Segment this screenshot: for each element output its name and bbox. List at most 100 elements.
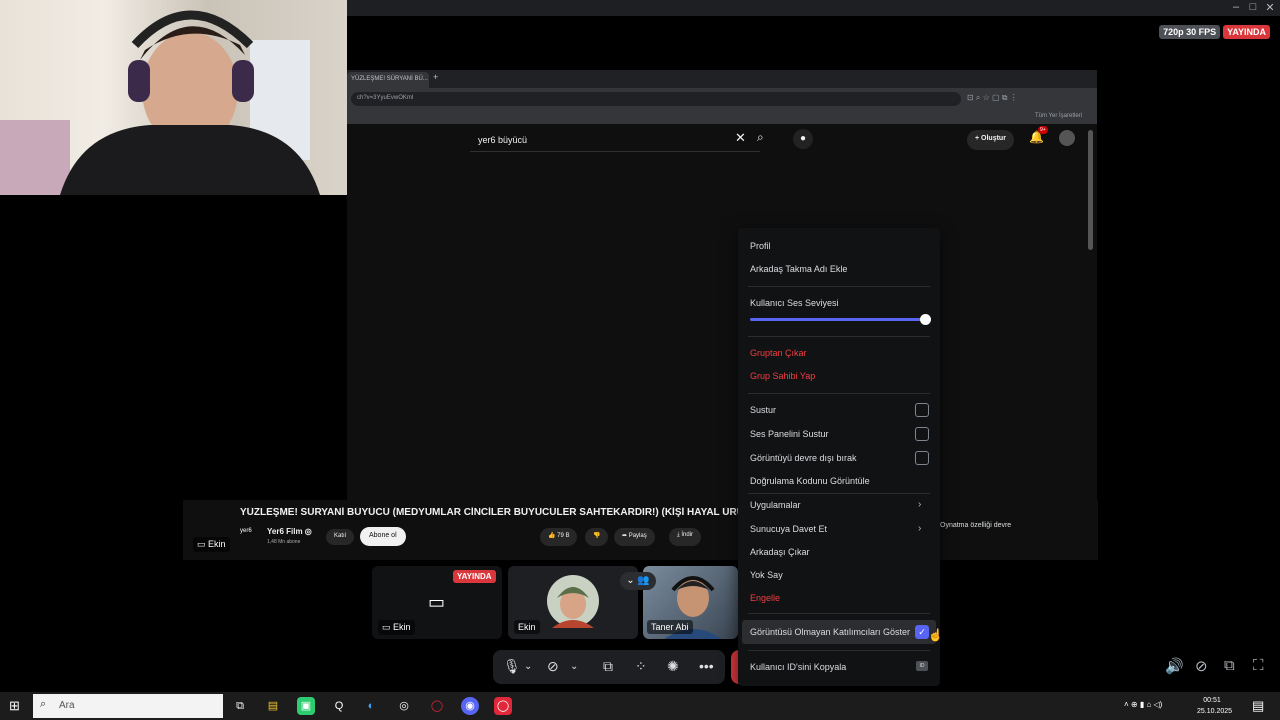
opera-icon[interactable]: ◯ [428,697,446,715]
share-button[interactable]: ➦ Paylaş [614,528,655,546]
menu-invite-to-server[interactable]: Sunucuya Davet Et [750,524,827,534]
new-tab-icon[interactable]: + [433,72,438,82]
youtube-header: yer6 büyücü ✕ ⌕ ● + Oluştur 🔔 9+ [347,124,1097,160]
all-bookmarks-link[interactable]: Tüm Yer İşaretleri [1035,113,1082,119]
discord-icon[interactable]: ◉ [461,697,479,715]
tile-name: Taner Abi [647,620,693,634]
quality-badge: 720p 30 FPS [1159,25,1221,39]
id-badge-icon: ID [916,661,928,671]
chevron-right-icon: › [918,523,922,534]
menu-disable-video[interactable]: Görüntüyü devre dışı bırak [750,453,857,463]
participant-tile-ekin[interactable]: Ekin [508,566,638,639]
menu-add-nickname[interactable]: Arkadaş Takma Adı Ekle [750,264,847,274]
notification-count: 9+ [1038,126,1048,134]
chrome-icon[interactable]: ◎ [395,697,413,715]
chevron-down-icon[interactable]: ⌄ [524,661,532,672]
app-q-icon[interactable]: Q [330,697,348,715]
tray-icons[interactable]: ˄ ⊕ ▮ ⌂ ◁) [1124,700,1162,709]
ekin-avatar [547,575,599,628]
like-button[interactable]: 👍 79 B [540,528,578,546]
show-non-video-checkbox[interactable]: ✓ [915,625,929,639]
more-options-icon[interactable]: ••• [699,658,714,674]
screen-share-icon: ▭ [382,622,394,632]
popout-icon[interactable]: ⧉ [1224,657,1235,674]
thumbs-down-icon: 👎 [593,533,601,539]
menu-block[interactable]: Engelle [750,593,780,603]
tile-label: ▭ Ekin [378,620,415,635]
join-button[interactable]: Katıl [326,529,355,545]
app-green-icon[interactable]: ▣ [297,697,315,715]
share-label: Paylaş [628,533,647,539]
volume-slider-track[interactable] [750,318,925,321]
channel-name[interactable]: Yer6 Film ◎ [267,527,312,536]
soundboard-icon[interactable]: ✺ [667,658,679,675]
clock-date: 25.10.2025 [1197,708,1233,715]
menu-make-group-owner[interactable]: Grup Sahibi Yap [750,371,815,381]
activities-icon[interactable]: ⁘ [635,658,647,675]
volume-icon[interactable]: 🔊 [1165,657,1184,675]
task-view-icon[interactable]: ⧉ [231,697,249,715]
menu-remove-friend[interactable]: Arkadaşı Çıkar [750,547,810,557]
close-button[interactable]: ✕ [1260,1,1280,14]
stream-quality-badge: 720p 30 FPS YAYINDA [1159,25,1270,39]
live-badge: YAYINDA [1223,25,1270,39]
mute-checkbox[interactable] [915,403,929,417]
taskbar-search-input[interactable]: Ara [33,694,223,718]
notification-center-icon[interactable]: ▤ [1252,698,1264,714]
microphone-icon[interactable]: 🎙 [503,658,521,675]
volume-slider-handle[interactable] [920,314,931,325]
menu-mute-soundboard[interactable]: Ses Panelini Sustur [750,429,829,439]
menu-profile[interactable]: Profil [750,241,771,251]
taskbar-clock[interactable]: 00:51 25.10.2025 [1197,695,1233,717]
search-icon[interactable]: ⌕ [757,130,764,145]
menu-ignore[interactable]: Yok Say [750,570,783,580]
dislike-button[interactable]: 👎 [585,528,609,546]
collapse-participants-button[interactable]: ⌄ 👥 [620,572,656,590]
menu-show-non-video-participants[interactable]: Görüntüsü Olmayan Katılımcıları Göster [750,627,910,637]
subscriber-count: 1,48 Mn abone [267,539,301,545]
address-bar[interactable]: ch?v=3YyuEvwOKml [351,92,961,106]
channel-logo[interactable]: yer6 [240,528,260,544]
extension-icons[interactable]: ⊡ ⌕ ☆ ▢ ⧉ ⋮ [967,93,1018,103]
browser-tab[interactable]: YÜZLEŞME! SÜRYANİ BÜ... [347,72,429,88]
tile-name: Ekin [514,620,540,634]
menu-remove-from-group[interactable]: Gruptan Çıkar [750,348,807,358]
menu-divider [748,336,930,337]
chevron-down-icon[interactable]: ⌄ [570,661,578,672]
menu-divider [748,286,930,287]
streamer-label: ▭ Ekin [193,537,230,552]
camera-off-icon[interactable]: ⊘ [547,658,559,675]
microphone-icon[interactable]: ● [793,129,813,149]
account-avatar[interactable] [1059,130,1075,146]
subscribe-button[interactable]: Abone ol [360,527,406,546]
app-red-icon[interactable]: ◯ [494,697,512,715]
browser-scrollbar[interactable] [1088,130,1093,250]
menu-mute[interactable]: Sustur [750,405,776,415]
hand-cursor-icon: ☝ [928,628,943,642]
hide-stream-icon[interactable]: ⊘ [1195,657,1208,675]
chevron-right-icon: › [918,499,922,510]
menu-apps[interactable]: Uygulamalar [750,500,801,510]
shared-screen-browser[interactable]: YÜZLEŞME! SÜRYANİ BÜ... + ch?v=3YyuEvwOK… [347,70,1097,560]
mute-soundboard-checkbox[interactable] [915,427,929,441]
screen-share-icon[interactable]: ⧉ [603,658,613,675]
bookmarks-bar: Tüm Yer İşaretleri [347,110,1097,124]
clear-search-icon[interactable]: ✕ [735,130,746,146]
file-explorer-icon[interactable]: ▤ [264,697,282,715]
user-context-menu: Profil Arkadaş Takma Adı Ekle Kullanıcı … [738,228,943,686]
windows-start-icon[interactable]: ⊞ [9,698,20,714]
like-count: 79 B [557,533,570,539]
screen-share-icon: ▭ [197,539,209,549]
menu-view-verification-code[interactable]: Doğrulama Kodunu Görüntüle [750,476,870,486]
create-label: Oluştur [981,135,1006,142]
youtube-search-input[interactable]: yer6 büyücü [470,130,760,152]
disable-video-checkbox[interactable] [915,451,929,465]
menu-copy-user-id[interactable]: Kullanıcı ID'sini Kopyala [750,662,846,672]
edge-browser-icon[interactable]: ◐ [362,697,380,715]
download-button[interactable]: ⤓ İndir [669,528,701,546]
fullscreen-icon[interactable]: ⛶ [1253,657,1264,674]
clock-time: 00:51 [1203,697,1221,704]
participant-tile-taner[interactable]: Taner Abi [643,566,738,639]
share-icon: ➦ [622,533,629,539]
create-button[interactable]: + Oluştur [967,130,1014,150]
